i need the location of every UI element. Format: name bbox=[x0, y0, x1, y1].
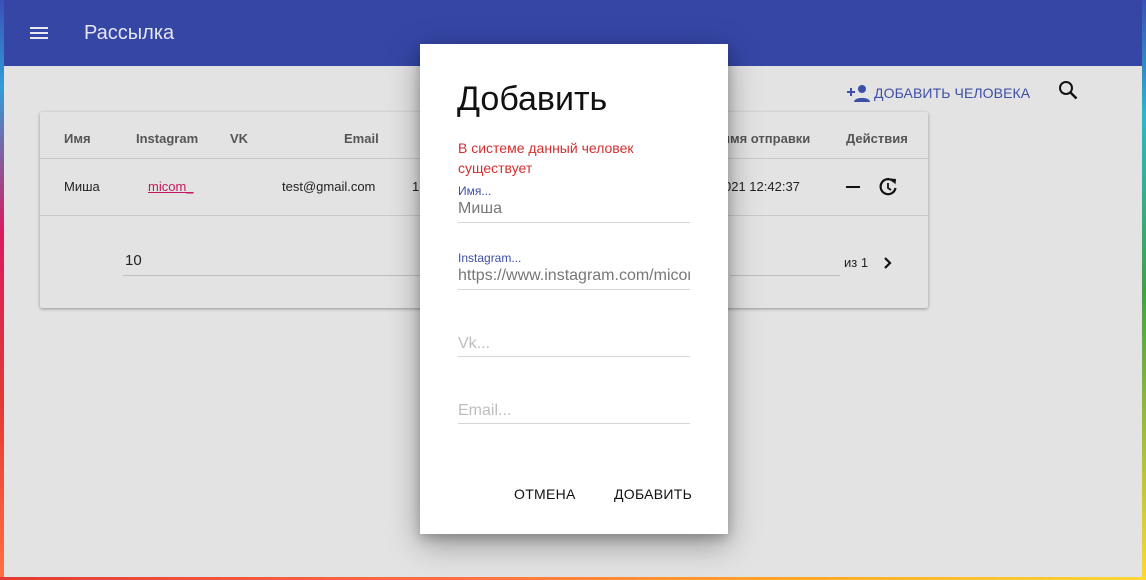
header-actions: Действия bbox=[846, 131, 908, 146]
name-field-underline bbox=[458, 222, 690, 223]
menu-icon[interactable] bbox=[26, 22, 52, 44]
desktop-edge-right bbox=[1142, 0, 1146, 580]
page-field bbox=[730, 250, 840, 276]
header-email[interactable]: Email bbox=[344, 131, 379, 146]
header-instagram[interactable]: Instagram bbox=[136, 131, 198, 146]
remove-icon[interactable] bbox=[846, 186, 860, 188]
name-field-label: Имя... bbox=[458, 184, 492, 198]
header-name[interactable]: Имя bbox=[64, 131, 91, 146]
refresh-icon[interactable] bbox=[877, 176, 899, 198]
add-person-dialog: Добавить В системе данный человек сущест… bbox=[420, 44, 728, 534]
cancel-button[interactable]: ОТМЕНА bbox=[514, 486, 576, 502]
instagram-field-value[interactable]: https://www.instagram.com/micom_ bbox=[458, 267, 690, 285]
instagram-field-underline bbox=[458, 289, 690, 290]
cell-instagram-link[interactable]: micom_ bbox=[148, 179, 194, 194]
vk-field-underline bbox=[458, 356, 690, 357]
instagram-field-label: Instagram... bbox=[458, 251, 522, 265]
cell-send-time: 021 12:42:37 bbox=[724, 179, 800, 194]
header-send-time[interactable]: имя отправки bbox=[722, 131, 810, 146]
add-person-label: ДОБАВИТЬ ЧЕЛОВЕКА bbox=[874, 85, 1031, 101]
cell-email: test@gmail.com bbox=[282, 179, 376, 194]
dialog-title: Добавить bbox=[457, 80, 608, 118]
page-of-text: из 1 bbox=[844, 255, 869, 270]
cell-name: Миша bbox=[64, 179, 100, 194]
rows-per-page-value: 10 bbox=[125, 252, 142, 269]
header-vk[interactable]: VK bbox=[230, 131, 248, 146]
chevron-right-icon[interactable] bbox=[878, 252, 898, 274]
vk-field-placeholder[interactable]: Vk... bbox=[458, 335, 490, 353]
email-field-placeholder[interactable]: Email... bbox=[458, 402, 511, 420]
email-field-underline bbox=[458, 423, 690, 424]
submit-button[interactable]: ДОБАВИТЬ bbox=[614, 486, 692, 502]
cell-partial: 1 bbox=[412, 179, 420, 194]
rows-per-page-select[interactable]: 10 bbox=[123, 250, 423, 276]
app-title: Рассылка bbox=[84, 22, 175, 44]
person-add-icon bbox=[847, 85, 870, 102]
search-icon[interactable] bbox=[1056, 78, 1082, 104]
add-person-button[interactable]: ДОБАВИТЬ ЧЕЛОВЕКА bbox=[846, 82, 1030, 104]
name-field-value[interactable]: Миша bbox=[458, 200, 690, 218]
error-message: В системе данный человек существует bbox=[458, 140, 634, 176]
